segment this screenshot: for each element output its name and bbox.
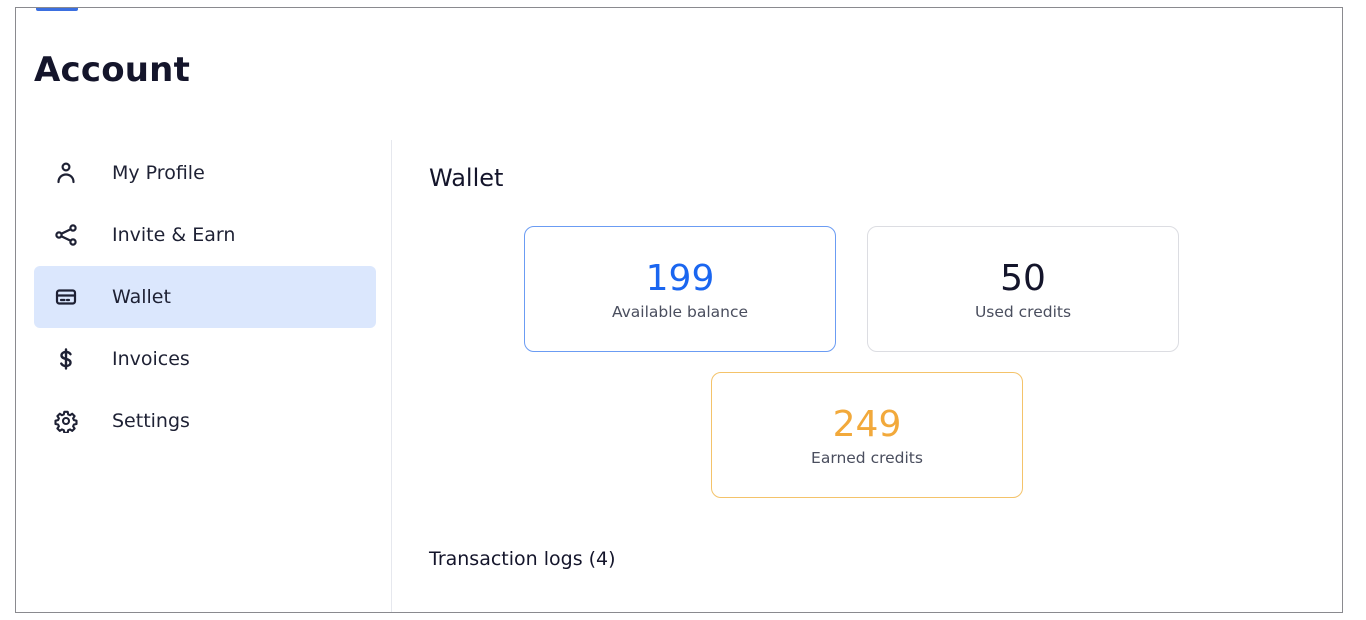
sidebar-item-label: Invoices: [112, 348, 190, 370]
sidebar-item-invoices[interactable]: Invoices: [34, 328, 376, 390]
section-title: Wallet: [429, 164, 504, 192]
used-credits-label: Used credits: [974, 303, 1072, 321]
page-title: Account: [34, 50, 191, 90]
dollar-icon: [54, 347, 86, 371]
sidebar-item-label: Invite & Earn: [112, 224, 236, 246]
user-icon: [54, 161, 86, 185]
sidebar-item-label: My Profile: [112, 162, 205, 184]
sidebar-item-settings[interactable]: Settings: [34, 390, 376, 452]
earned-credits-card: 249 Earned credits: [711, 372, 1023, 498]
app-window: Account My Profile Invite & Earn Wallet …: [15, 7, 1343, 613]
used-credits-value: 50: [1000, 258, 1046, 299]
top-accent-bar: [36, 8, 78, 11]
sidebar-divider: [391, 140, 392, 612]
share-icon: [54, 223, 86, 247]
earned-credits-label: Earned credits: [811, 449, 923, 467]
sidebar-item-label: Wallet: [112, 286, 171, 308]
sidebar-item-my-profile[interactable]: My Profile: [34, 142, 376, 204]
available-balance-card: 199 Available balance: [524, 226, 836, 352]
earned-credits-value: 249: [832, 404, 902, 445]
available-balance-label: Available balance: [611, 303, 749, 321]
transaction-logs-heading[interactable]: Transaction logs (4): [429, 548, 616, 570]
sidebar-item-invite-earn[interactable]: Invite & Earn: [34, 204, 376, 266]
credit-card-icon: [54, 285, 86, 309]
sidebar: My Profile Invite & Earn Wallet Invoices…: [34, 142, 376, 452]
sidebar-item-label: Settings: [112, 410, 190, 432]
available-balance-value: 199: [645, 258, 715, 299]
sidebar-item-wallet[interactable]: Wallet: [34, 266, 376, 328]
used-credits-card: 50 Used credits: [867, 226, 1179, 352]
gear-icon: [54, 409, 86, 433]
